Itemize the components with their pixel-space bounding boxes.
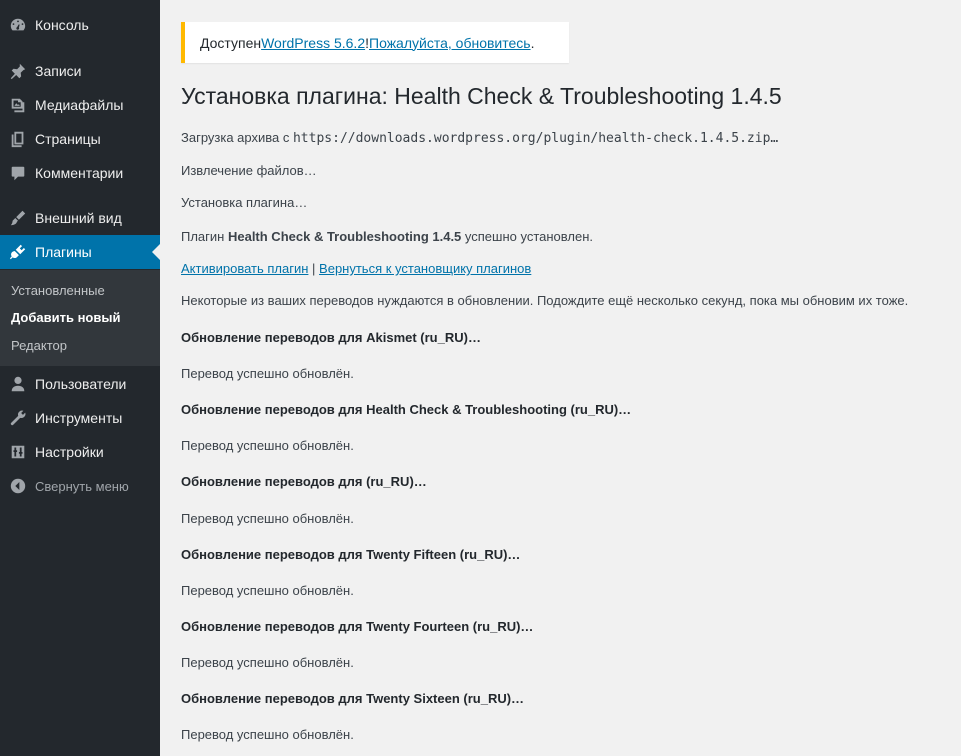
sidebar-item-label: Пользователи [35, 376, 127, 392]
sidebar-item-posts[interactable]: Записи [0, 54, 160, 88]
update-notice: Доступен WordPress 5.6.2! Пожалуйста, об… [181, 22, 569, 63]
translation-update-result: Перевод успешно обновлён. [181, 438, 354, 453]
sidebar-item-label: Медиафайлы [35, 97, 124, 113]
sidebar-item-settings[interactable]: Настройки [0, 435, 160, 469]
sidebar-item-plugins[interactable]: Плагины [0, 235, 160, 269]
settings-icon [8, 442, 28, 462]
wrench-icon [8, 408, 28, 428]
notice-prefix: Доступен [200, 34, 262, 51]
translation-update-heading: Обновление переводов для Twenty Fifteen … [181, 547, 521, 562]
pages-icon [8, 129, 28, 149]
translation-update-heading: Обновление переводов для Health Check & … [181, 402, 632, 417]
please-update-link[interactable]: Пожалуйста, обновитесь [369, 35, 531, 51]
dashboard-icon [8, 15, 28, 35]
translation-update-result: Перевод успешно обновлён. [181, 583, 354, 598]
sidebar-item-appearance[interactable]: Внешний вид [0, 201, 160, 235]
translation-update-heading: Обновление переводов для Twenty Sixteen … [181, 691, 525, 706]
submenu-item-installed[interactable]: Установленные [11, 283, 105, 298]
translation-update-heading: Обновление переводов для Akismet (ru_RU)… [181, 330, 481, 345]
sidebar-item-users[interactable]: Пользователи [0, 367, 160, 401]
page-title: Установка плагина: Health Check & Troubl… [181, 83, 782, 109]
installed-suffix: успешно установлен. [461, 229, 593, 244]
media-icon [8, 95, 28, 115]
translation-update-heading: Обновление переводов для Twenty Fourteen… [181, 619, 534, 634]
sidebar-item-label: Плагины [35, 244, 92, 260]
return-to-installer-link[interactable]: Вернуться к установщику плагинов [319, 261, 531, 276]
links-separator: | [308, 261, 320, 276]
sidebar-item-comments[interactable]: Комментарии [0, 156, 160, 190]
sidebar-item-tools[interactable]: Инструменты [0, 401, 160, 435]
translation-update-result: Перевод успешно обновлён. [181, 727, 354, 742]
notice-suffix: . [530, 34, 535, 51]
download-prefix: Загрузка архива с [181, 130, 293, 145]
installed-prefix: Плагин [181, 229, 228, 244]
installed-status: Плагин Health Check & Troubleshooting 1.… [181, 229, 593, 244]
plugins-submenu: Установленные Добавить новый Редактор [0, 270, 160, 366]
collapse-menu-label: Свернуть меню [35, 478, 129, 494]
submenu-item-add-new[interactable]: Добавить новый [11, 310, 120, 325]
translation-update-result: Перевод успешно обновлён. [181, 511, 354, 526]
download-url: https://downloads.wordpress.org/plugin/h… [292, 131, 779, 146]
action-links: Активировать плагин | Вернуться к устано… [181, 261, 531, 276]
translation-update-result: Перевод успешно обновлён. [181, 655, 354, 670]
sidebar-item-label: Инструменты [35, 410, 123, 426]
sidebar-item-label: Страницы [35, 131, 101, 147]
download-status: Загрузка архива с https://downloads.word… [181, 130, 778, 146]
plugin-icon [8, 242, 28, 262]
sidebar-item-dashboard[interactable]: Консоль [0, 8, 160, 42]
installed-plugin-name: Health Check & Troubleshooting 1.4.5 [227, 229, 462, 244]
comment-icon [8, 163, 28, 183]
translations-notice: Некоторые из ваших переводов нуждаются в… [181, 293, 909, 308]
translation-update-heading: Обновление переводов для (ru_RU)… [181, 474, 427, 489]
admin-sidebar: Консоль Записи Медиафайлы Страницы Комме… [0, 0, 160, 756]
pin-icon [8, 61, 28, 81]
sidebar-item-label: Консоль [35, 17, 89, 33]
user-icon [8, 374, 28, 394]
sidebar-item-label: Настройки [35, 444, 104, 460]
sidebar-item-media[interactable]: Медиафайлы [0, 88, 160, 122]
sidebar-item-label: Комментарии [35, 165, 124, 181]
sidebar-item-label: Записи [35, 63, 82, 79]
collapse-menu-button[interactable]: Свернуть меню [0, 469, 160, 503]
submenu-item-editor[interactable]: Редактор [11, 338, 67, 353]
sidebar-item-pages[interactable]: Страницы [0, 122, 160, 156]
translation-update-result: Перевод успешно обновлён. [181, 366, 354, 381]
sidebar-item-label: Внешний вид [35, 210, 122, 226]
brush-icon [8, 208, 28, 228]
wordpress-version-link[interactable]: WordPress 5.6.2 [261, 35, 365, 51]
activate-plugin-link[interactable]: Активировать плагин [181, 261, 308, 276]
installing-status: Установка плагина… [181, 195, 308, 210]
collapse-arrow-icon [8, 476, 28, 496]
extracting-status: Извлечение файлов… [181, 163, 317, 178]
